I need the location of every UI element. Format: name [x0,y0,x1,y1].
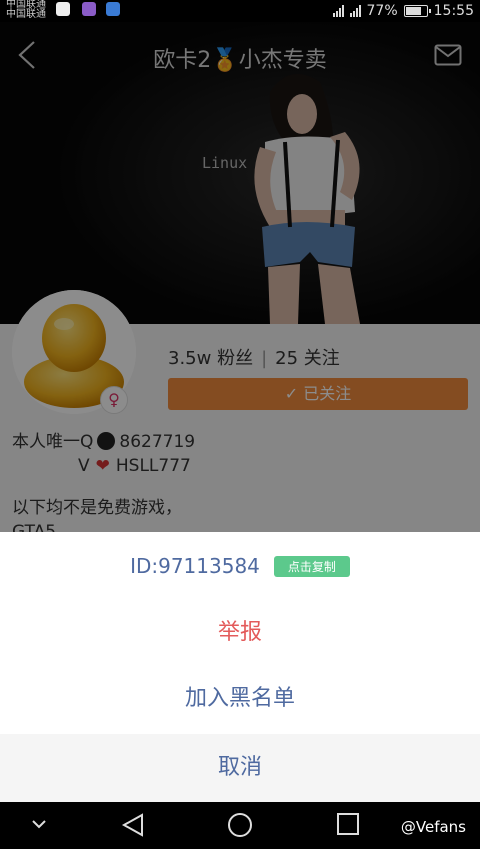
cancel-button[interactable]: 取消 [0,734,480,802]
battery-icon [403,5,431,17]
clock: 15:55 [433,3,474,19]
user-id-row: ID:97113584 点击复制 [0,532,480,600]
action-sheet: ID:97113584 点击复制 举报 加入黑名单 取消 [0,532,480,802]
notification-app-icon [82,2,96,16]
recents-square-icon[interactable] [336,812,360,836]
home-circle-icon[interactable] [227,812,253,838]
report-button[interactable]: 举报 [0,600,480,666]
navigation-bar: @Vefans [0,802,480,849]
chevron-down-icon[interactable] [30,818,48,830]
signal-icon [332,5,344,17]
battery-percent: 77% [366,3,398,19]
user-id: ID:97113584 [130,554,260,578]
carrier-line-2: 中国联通 [6,9,46,20]
watermark: @Vefans [400,818,466,836]
copy-id-button[interactable]: 点击复制 [273,555,350,577]
add-to-blacklist-button[interactable]: 加入黑名单 [0,666,480,732]
notification-app-icon [56,2,70,16]
signal-icon [349,5,361,17]
notification-app-icon [106,2,120,16]
carrier-info: 中国联通 中国联通 [6,0,46,20]
status-bar: 中国联通 中国联通 77% 15:55 [0,0,480,22]
status-indicators: 77% 15:55 [332,0,474,22]
back-triangle-icon[interactable] [120,812,146,838]
